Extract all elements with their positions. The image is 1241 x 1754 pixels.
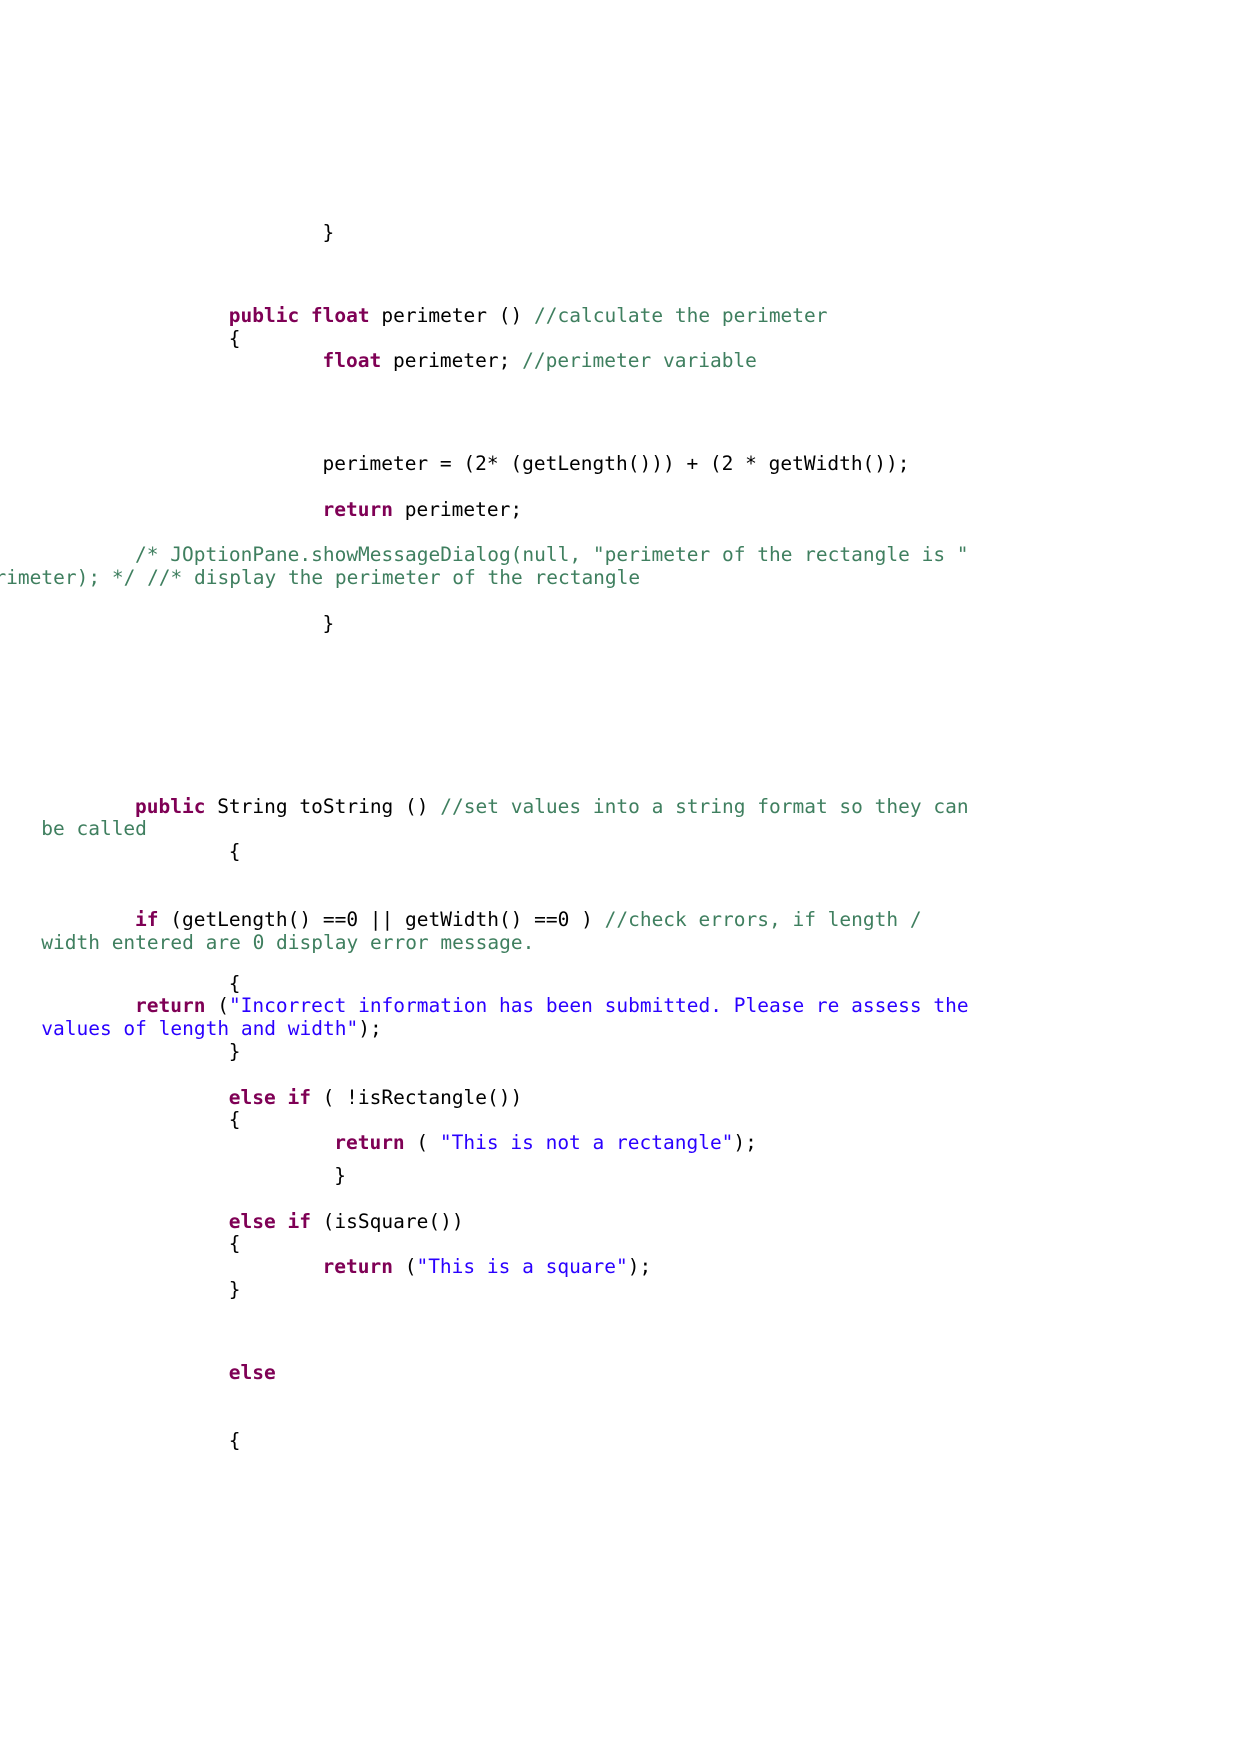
code-token-plain: ); bbox=[627, 1255, 652, 1279]
code-line-spacer bbox=[135, 1188, 975, 1211]
code-line: } bbox=[135, 611, 975, 636]
code-token-plain: } bbox=[322, 611, 335, 635]
code-line: return perimeter; bbox=[135, 497, 975, 522]
code-token-plain: } bbox=[334, 1163, 346, 1187]
code-token-kw: return bbox=[322, 1255, 393, 1279]
code-line: perimeter = (2* (getLength())) + (2 * ge… bbox=[135, 452, 975, 476]
code-line-spacer bbox=[135, 955, 975, 973]
code-line: { bbox=[135, 971, 975, 996]
code-line-spacer bbox=[135, 476, 975, 499]
code-token-plain: (isSquare()) bbox=[310, 1209, 464, 1233]
code-line-spacer bbox=[135, 864, 975, 909]
code-token-cmt: //perimeter variable bbox=[522, 349, 757, 373]
code-line: } bbox=[135, 1039, 975, 1064]
code-token-plain: ); bbox=[358, 1017, 382, 1041]
code-token-plain: perimeter; bbox=[392, 497, 523, 521]
code-token-plain: { bbox=[228, 1428, 241, 1452]
code-line-spacer bbox=[135, 245, 975, 305]
code-line: float perimeter; //perimeter variable bbox=[135, 349, 975, 373]
code-token-cmt: /* JOptionPane.showMessageDialog(null, "… bbox=[0, 543, 981, 590]
code-line-spacer bbox=[135, 522, 975, 545]
code-token-kw: public bbox=[135, 794, 206, 818]
code-line-spacer bbox=[135, 590, 975, 613]
code-token-kw: else bbox=[228, 1360, 276, 1384]
code-token-plain: perimeter; bbox=[381, 349, 523, 373]
code-line: { bbox=[135, 1428, 975, 1453]
code-line: if (getLength() ==0 || getWidth() ==0 ) … bbox=[41, 907, 975, 955]
java-code-listing: } public float perimeter () //calculate t… bbox=[0, 221, 975, 1453]
code-token-plain: ( bbox=[205, 994, 229, 1018]
code-token-kw: return bbox=[135, 994, 206, 1018]
code-line-spacer bbox=[135, 1302, 975, 1362]
code-line: return ("Incorrect information has been … bbox=[41, 994, 975, 1041]
document-page: } public float perimeter () //calculate t… bbox=[0, 0, 1241, 1754]
code-token-plain: String toString () bbox=[205, 794, 441, 818]
code-line: } bbox=[135, 221, 975, 245]
code-token-plain: ( bbox=[392, 1255, 417, 1279]
code-line: else if ( !isRectangle()) bbox=[135, 1085, 975, 1110]
code-token-kw: public float bbox=[228, 303, 370, 327]
code-line: return ( "This is not a rectangle"); bbox=[135, 1131, 975, 1155]
code-token-plain: { bbox=[228, 1232, 241, 1256]
code-token-cmt: //calculate the perimeter bbox=[534, 303, 828, 327]
code-token-plain: { bbox=[228, 326, 241, 350]
code-line: public float perimeter () //calculate th… bbox=[135, 303, 975, 328]
code-token-plain: { bbox=[228, 1108, 241, 1132]
code-line: } bbox=[135, 1163, 975, 1188]
code-line-spacer bbox=[135, 716, 975, 796]
code-line-spacer bbox=[135, 1064, 975, 1087]
code-line: return ("This is a square"); bbox=[135, 1255, 975, 1279]
code-token-plain: ( !isRectangle()) bbox=[310, 1085, 523, 1109]
code-token-str: "This is not a rectangle" bbox=[439, 1131, 734, 1155]
code-token-kw: if bbox=[135, 907, 159, 931]
code-line-spacer bbox=[135, 1155, 975, 1165]
code-token-plain: ); bbox=[733, 1131, 757, 1155]
code-line: { bbox=[135, 1232, 975, 1256]
code-token-kw: return bbox=[322, 497, 393, 521]
code-line: { bbox=[135, 840, 975, 864]
code-line: public String toString () //set values i… bbox=[41, 794, 975, 842]
code-token-plain: } bbox=[228, 1277, 241, 1301]
code-line: { bbox=[135, 326, 975, 351]
code-token-kw: else if bbox=[228, 1085, 311, 1109]
code-line-spacer bbox=[135, 636, 975, 716]
code-token-plain: } bbox=[322, 221, 335, 244]
code-line: /* JOptionPane.showMessageDialog(null, "… bbox=[0, 544, 975, 590]
code-token-plain: } bbox=[228, 1039, 241, 1063]
code-line-spacer bbox=[135, 1385, 975, 1430]
code-token-plain: (getLength() ==0 || getWidth() ==0 ) bbox=[158, 907, 605, 931]
code-token-kw: else if bbox=[228, 1209, 311, 1233]
code-token-str: "This is a square" bbox=[416, 1255, 628, 1279]
code-line-spacer bbox=[135, 373, 975, 453]
code-token-kw: float bbox=[322, 349, 382, 373]
code-token-plain: { bbox=[228, 971, 241, 995]
code-token-plain: perimeter = (2* (getLength())) + (2 * ge… bbox=[322, 452, 910, 476]
code-token-plain: perimeter () bbox=[369, 303, 535, 327]
code-token-plain: { bbox=[228, 840, 241, 864]
code-token-kw: return bbox=[334, 1131, 405, 1155]
code-line: else if (isSquare()) bbox=[135, 1209, 975, 1234]
code-line: else bbox=[135, 1360, 975, 1385]
code-line: { bbox=[135, 1108, 975, 1132]
code-line: } bbox=[135, 1277, 975, 1302]
code-token-plain: ( bbox=[404, 1131, 440, 1155]
